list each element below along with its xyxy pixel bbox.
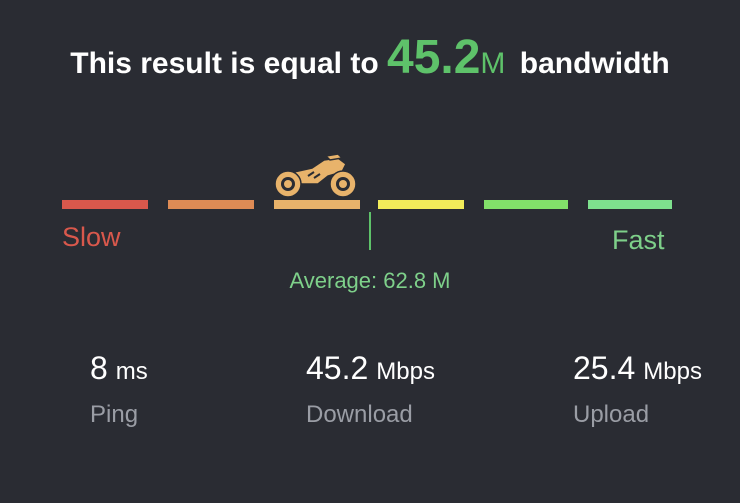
scale-segment-4 <box>378 200 464 209</box>
scale-segment-5 <box>484 200 568 209</box>
upload-label: Upload <box>573 401 650 428</box>
upload-unit: Mbps <box>643 358 702 385</box>
download-unit: Mbps <box>376 358 435 385</box>
scale-segment-2 <box>168 200 254 209</box>
result-unit: M <box>480 47 506 80</box>
scale-segment-6 <box>588 200 672 209</box>
upload-value: 25.4 <box>573 350 636 386</box>
scale-min-label: Slow <box>62 222 121 252</box>
result-suffix: bandwidth <box>519 47 670 80</box>
stat-download: 45.2 Mbps Download <box>306 350 435 429</box>
stat-upload: 25.4 Mbps Upload <box>573 350 702 429</box>
scale-segment-3 <box>274 200 360 209</box>
result-prefix: This result is equal to <box>70 47 379 80</box>
scale-max-label: Fast <box>612 225 665 255</box>
result-value: 45.2 <box>387 31 481 84</box>
ping-value: 8 <box>90 350 108 386</box>
download-value: 45.2 <box>306 350 369 386</box>
ping-unit: ms <box>115 358 148 385</box>
average-marker <box>369 212 371 250</box>
download-label: Download <box>306 401 413 428</box>
result-headline: This result is equal to 45.2M bandwidth <box>0 30 740 85</box>
stat-ping: 8 ms Ping <box>90 350 148 429</box>
average-label: Average: 62.8 M <box>289 268 451 293</box>
motorcycle-icon <box>274 153 357 198</box>
ping-label: Ping <box>90 401 139 428</box>
scale-segment-1 <box>62 200 148 209</box>
